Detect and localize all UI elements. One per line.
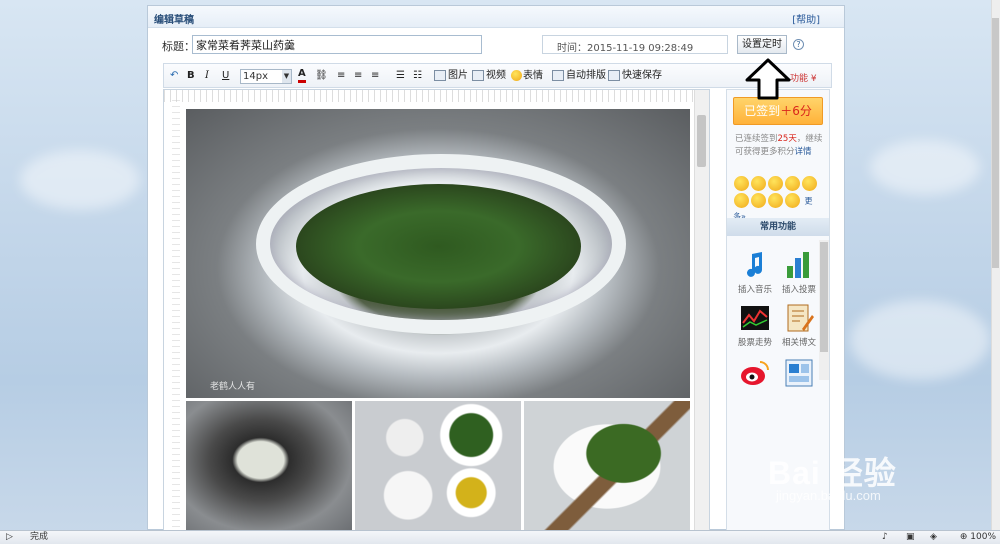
bar-chart-icon [787,252,809,278]
emoji-icon[interactable] [751,193,766,208]
emoji-icon[interactable] [768,193,783,208]
link-icon[interactable]: ⛓ [315,69,328,83]
greens-soup [296,184,581,309]
baidu-watermark-url: jingyan.baidu.com [776,488,881,503]
more-functions-link[interactable]: 功能 ¥ [790,71,817,84]
photo-watermark: 老鹤人人有 [210,382,256,392]
save-icon [608,69,620,81]
align-right-icon[interactable]: ≡ [371,69,379,83]
speaker-icon[interactable]: ♪ [882,531,888,544]
bullet-list-icon[interactable]: ☰ [396,69,405,83]
layout-icon [552,69,564,81]
main-dish-photo[interactable]: 老鹤人人有 [186,109,690,398]
undo-icon[interactable]: ↶ [170,69,178,83]
related-posts-button[interactable]: 相关博文 [777,303,821,348]
chevron-down-icon: ▼ [282,70,291,83]
wok-photo[interactable] [186,401,352,530]
layout-template-icon [785,359,813,387]
emoji-icon[interactable] [785,176,800,191]
page-scroll-thumb[interactable] [992,18,999,268]
video-button[interactable]: 视频 [472,69,506,83]
layout-template-button[interactable] [777,358,821,391]
title-input[interactable] [192,35,482,54]
stock-chart-button[interactable]: 股票走势 [733,303,777,348]
status-text: 完成 [30,532,49,542]
sidebar-scroll-thumb[interactable] [820,242,828,352]
emoji-icon[interactable] [785,193,800,208]
status-bar: ▷ 完成 ♪ ▣ ◈ ⊕ 100% [0,530,1000,544]
editor-toolbar: ↶ B I U 14px ▼ A ⛓ ≡ ≡ ≡ ☰ ☷ 图片 视频 表情 自动… [163,63,832,88]
set-time-button[interactable]: 设置定时 [737,35,787,54]
align-left-icon[interactable]: ≡ [337,69,345,83]
emoji-icon[interactable] [734,176,749,191]
font-color-button[interactable]: A [298,69,306,83]
checkin-button[interactable]: 已签到＋6分 [733,97,823,125]
emoji-icon[interactable] [751,176,766,191]
emoji-icon[interactable] [802,176,817,191]
font-size-select[interactable]: 14px ▼ [240,69,292,84]
time-field[interactable]: 时间：2015-11-19 09:28:49 [542,35,728,54]
addon-icon[interactable]: ▣ [906,531,915,544]
zoom-level[interactable]: ⊕ 100% [960,531,996,544]
related-posts-icon [787,304,814,332]
music-note-icon [747,252,762,277]
video-icon [472,69,484,81]
panel-header: 编辑草稿 [帮助] [148,6,844,28]
auto-layout-button[interactable]: 自动排版 [552,69,606,83]
editor-scroll-thumb[interactable] [697,115,706,167]
insert-poll-button[interactable]: 插入投票 [777,250,821,295]
editor-content[interactable]: 老鹤人人有 [163,89,710,531]
sidebar-toggle-icon[interactable]: ▷ [6,531,13,544]
emoji-icon[interactable] [734,193,749,208]
up-arrow-annotation-icon [745,58,791,100]
editor-scrollbar[interactable] [694,90,709,530]
italic-button[interactable]: I [205,69,209,83]
stock-chart-icon [741,306,769,330]
weibo-icon [741,361,769,385]
page-scrollbar[interactable] [991,0,1000,530]
bold-button[interactable]: B [187,69,195,83]
ruler-left [172,100,180,530]
insert-music-button[interactable]: 插入音乐 [733,250,777,295]
emoticon-button[interactable]: 表情 [510,69,543,83]
ruler-top [164,90,709,102]
smiley-icon [511,70,522,81]
emoji-icon[interactable] [768,176,783,191]
weibo-button[interactable] [733,358,777,391]
underline-button[interactable]: U [222,69,229,83]
image-button[interactable]: 图片 [434,69,468,83]
help-link[interactable]: [帮助] [792,11,820,26]
shepherds-purse-yam-photo[interactable] [524,401,690,530]
common-functions-header: 常用功能 [727,218,829,236]
align-center-icon[interactable]: ≡ [354,69,362,83]
shield-icon[interactable]: ◈ [930,531,937,544]
panel-title: 编辑草稿 [154,15,194,26]
editor-panel: 编辑草稿 [帮助] 标题： 时间：2015-11-19 09:28:49 设置定… [147,5,845,531]
details-link[interactable]: 详情 [795,147,812,157]
image-icon [434,69,446,81]
question-icon[interactable]: ? [793,39,804,50]
emoji-grid: 更多» [733,175,825,222]
ingredients-photo[interactable] [355,401,521,530]
numbered-list-icon[interactable]: ☷ [413,69,422,83]
quick-save-button[interactable]: 快速保存 [608,69,662,83]
streak-text: 已连续签到25天，继续可获得更多积分详情 [735,134,823,157]
font-size-value: 14px [243,71,268,82]
title-label: 标题： [162,40,195,53]
